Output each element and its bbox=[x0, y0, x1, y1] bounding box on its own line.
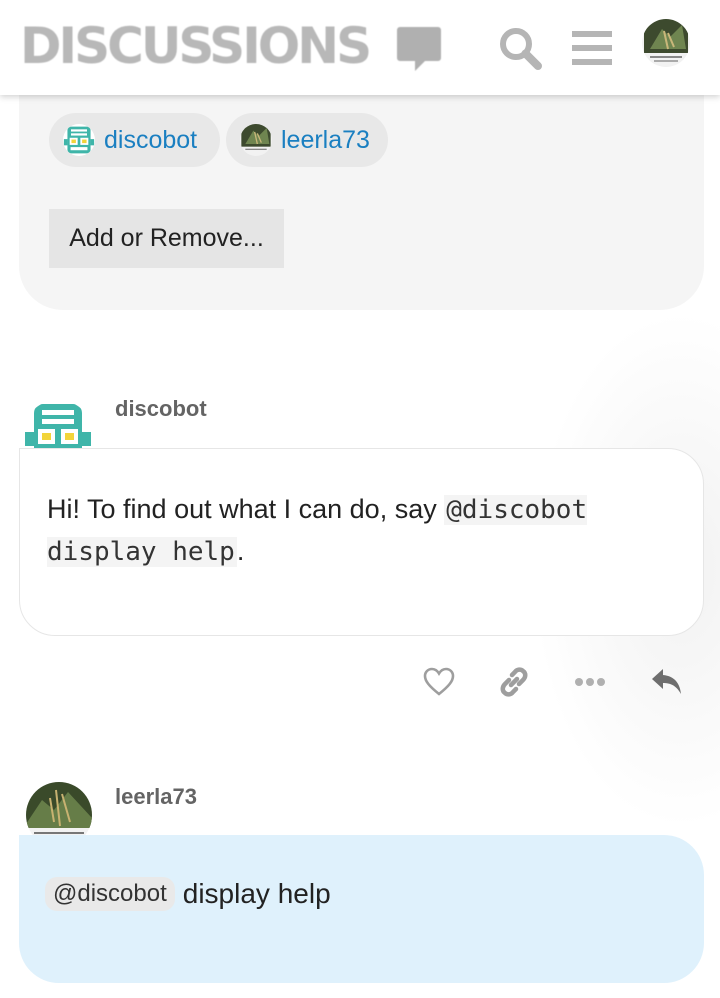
post-body: Hi! To find out what I can do, say @disc… bbox=[19, 448, 704, 636]
participant-chip-leerla73[interactable]: leerla73 bbox=[226, 113, 388, 167]
search-icon[interactable] bbox=[494, 22, 546, 74]
post-author[interactable]: leerla73 bbox=[115, 784, 197, 810]
post-text: @discobot display help bbox=[45, 877, 331, 911]
heart-icon[interactable] bbox=[417, 660, 461, 704]
participants-card: discobot leerla73 Add or Remove... bbox=[19, 70, 704, 310]
post-text-content: display help bbox=[182, 878, 331, 909]
more-icon[interactable] bbox=[568, 660, 612, 704]
site-header: DISCUSSIONS bbox=[0, 0, 720, 95]
reply-icon[interactable] bbox=[645, 660, 689, 704]
photo-avatar-icon bbox=[240, 124, 272, 156]
hamburger-menu-icon[interactable] bbox=[566, 22, 618, 74]
user-avatar[interactable] bbox=[642, 19, 690, 67]
robot-avatar-icon bbox=[63, 124, 95, 156]
post-text-before: Hi! To find out what I can do, say bbox=[47, 494, 445, 524]
site-logo[interactable]: DISCUSSIONS bbox=[20, 18, 372, 74]
participant-name: leerla73 bbox=[281, 125, 370, 154]
post-text-after: . bbox=[236, 536, 245, 566]
post-text: Hi! To find out what I can do, say @disc… bbox=[47, 489, 657, 573]
add-or-remove-button[interactable]: Add or Remove... bbox=[49, 209, 284, 268]
chat-bubble-icon bbox=[397, 27, 441, 71]
participant-name: discobot bbox=[104, 125, 198, 154]
post-author[interactable]: discobot bbox=[115, 396, 207, 422]
user-mention[interactable]: @discobot bbox=[45, 877, 175, 911]
post-body-own: @discobot display help bbox=[19, 835, 704, 983]
link-icon[interactable] bbox=[492, 660, 536, 704]
participant-chip-discobot[interactable]: discobot bbox=[49, 113, 220, 167]
